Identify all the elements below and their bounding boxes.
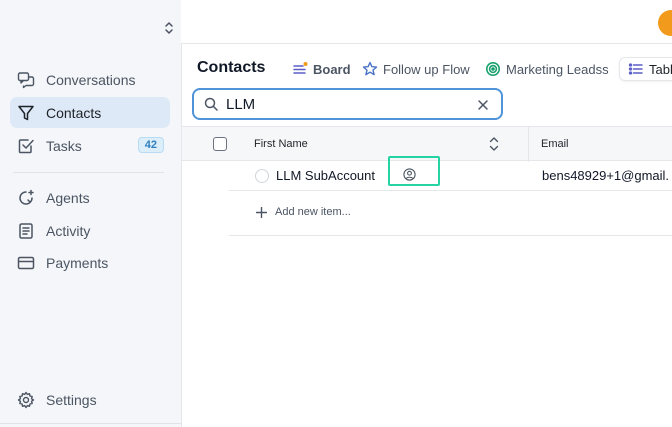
document-list-icon (19, 222, 33, 239)
add-new-item-label: Add new item... (275, 206, 351, 218)
tab-label: Follow up Flow (383, 61, 470, 77)
page-title: Contacts (197, 59, 266, 76)
tab-table[interactable]: Tabl (619, 57, 672, 81)
tab-follow-up-flow[interactable]: Follow up Flow (362, 57, 470, 81)
list-icon (628, 63, 643, 75)
tasks-count-badge: 42 (137, 137, 164, 153)
row-select-radio[interactable] (255, 169, 269, 183)
chevron-up-down-icon[interactable] (162, 20, 176, 36)
target-icon (486, 62, 500, 76)
sidebar-item-label: Tasks (46, 137, 82, 154)
search-input[interactable] (226, 95, 466, 113)
cell-email[interactable]: bens48929+1@gmail. (542, 168, 669, 183)
sidebar-item-label: Conversations (46, 71, 136, 88)
select-all-checkbox[interactable] (213, 137, 227, 151)
sidebar-item-payments[interactable]: Payments (10, 247, 170, 278)
sidebar-item-label: Contacts (46, 104, 102, 121)
tab-label: Board (313, 61, 351, 77)
sidebar-item-agents[interactable]: Agents (10, 182, 170, 213)
star-icon (362, 61, 378, 76)
chat-bubbles-icon (17, 71, 35, 88)
checkbox-icon (18, 138, 34, 153)
table-row[interactable]: LLM SubAccount bens48929+1@gmail. (229, 156, 672, 191)
sidebar-item-activity[interactable]: Activity (10, 215, 170, 246)
gear-icon (17, 391, 35, 408)
user-circle-icon[interactable] (403, 168, 416, 181)
sidebar-item-tasks[interactable]: Tasks 42 (10, 130, 170, 161)
search-box[interactable] (192, 88, 503, 120)
sidebar-bottom-divider (0, 423, 181, 424)
sidebar: Conversations Contacts Tasks 42 Agents A… (0, 0, 181, 427)
sort-icon[interactable] (488, 135, 500, 153)
sidebar-item-label: Activity (46, 222, 91, 239)
main-panel: Contacts Board Follow up Flow Marketing … (181, 44, 672, 427)
sidebar-item-label: Settings (46, 391, 97, 408)
top-bar (181, 0, 672, 44)
sparkle-agent-icon (19, 189, 34, 205)
sidebar-item-conversations[interactable]: Conversations (10, 64, 170, 95)
column-divider[interactable] (528, 127, 529, 162)
cell-first-name[interactable]: LLM SubAccount (276, 168, 375, 183)
tab-label: Marketing Leadss (506, 61, 609, 77)
column-header-first-name[interactable]: First Name (254, 138, 308, 150)
add-new-item-row[interactable]: Add new item... (229, 191, 672, 236)
credit-card-icon (17, 256, 35, 269)
board-lines-icon (293, 62, 308, 74)
plus-icon (256, 207, 267, 218)
tab-board[interactable]: Board (292, 57, 351, 81)
tab-marketing-leadss[interactable]: Marketing Leadss (485, 57, 609, 81)
sidebar-item-contacts[interactable]: Contacts (10, 97, 170, 128)
sidebar-item-label: Agents (46, 189, 90, 206)
sidebar-divider (13, 172, 164, 173)
sidebar-item-settings[interactable]: Settings (10, 384, 170, 415)
sidebar-item-label: Payments (46, 254, 109, 271)
search-icon (204, 97, 218, 111)
filter-funnel-icon (18, 105, 34, 120)
close-icon[interactable] (477, 99, 489, 111)
column-header-email[interactable]: Email (541, 138, 569, 150)
tab-label: Tabl (649, 61, 672, 77)
